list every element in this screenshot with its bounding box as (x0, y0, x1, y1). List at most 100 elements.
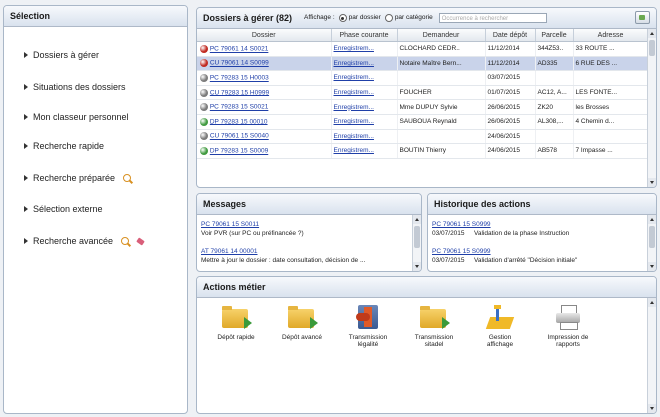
cell-date-depot[interactable]: 11/12/2014 (485, 41, 536, 57)
cell-dossier-text[interactable]: CU 79061 15 S0040 (210, 133, 269, 140)
column-header-dossier[interactable]: Dossier (197, 29, 332, 42)
historique-scrollbar[interactable] (647, 215, 656, 271)
message-dossier-link[interactable]: AT 79061 14 00001 (201, 248, 258, 255)
cell-phase[interactable]: Enregistrem... (331, 41, 398, 57)
messages-scrollbar[interactable] (412, 215, 421, 271)
column-header-adresse[interactable]: Adresse (573, 29, 649, 42)
cell-dossier-text[interactable]: PC 79283 15 S0021 (210, 104, 269, 111)
sidebar-item-classeur-personnel[interactable]: Mon classeur personnel (24, 112, 129, 122)
cell-date-depot[interactable]: 03/07/2015 (485, 70, 536, 86)
cell-phase[interactable]: Enregistrem... (331, 114, 398, 130)
cell-phase-text[interactable]: Enregistrem... (334, 104, 374, 111)
cell-phase[interactable]: Enregistrem... (331, 99, 398, 115)
cell-adresse[interactable] (573, 129, 649, 145)
cell-phase-text[interactable]: Enregistrem... (334, 74, 374, 81)
search-icon[interactable] (123, 174, 132, 182)
sidebar-item-dossiers-a-gerer[interactable]: Dossiers à gérer (24, 50, 99, 60)
cell-dossier[interactable]: DP 79283 15 00010 (197, 114, 332, 130)
cell-parcelle[interactable]: AD335 (535, 56, 574, 72)
table-row[interactable]: PC 79061 14 S0021 Enregistrem... CLOCHARD … (197, 41, 649, 57)
radio-par-categorie-label[interactable]: par catégorie (395, 8, 433, 28)
cell-dossier-text[interactable]: DP 79283 15 S0009 (210, 148, 268, 155)
cell-dossier-text[interactable]: CU 79283 15 H0999 (210, 89, 269, 96)
radio-par-dossier-label[interactable]: par dossier (349, 8, 381, 28)
cell-demandeur[interactable]: FOUCHER (397, 85, 486, 101)
column-header-parcelle[interactable]: Parcelle (535, 29, 574, 42)
cell-dossier[interactable]: PC 79283 15 H0003 (197, 70, 332, 86)
cell-phase-text[interactable]: Enregistrem... (334, 133, 374, 140)
cell-demandeur[interactable] (397, 129, 486, 145)
historique-dossier-link[interactable]: PC 79061 15 S0999 (432, 248, 491, 255)
tag-icon[interactable] (136, 236, 145, 246)
depot-rapide-button[interactable]: Dépôt rapide (207, 305, 265, 341)
export-button[interactable] (635, 11, 650, 24)
table-row[interactable]: PC 79283 15 S0021 Enregistrem... Mme DUPUY… (197, 99, 649, 115)
cell-phase[interactable]: Enregistrem... (331, 129, 398, 145)
cell-adresse[interactable]: 4 Chemin d... (573, 114, 649, 130)
scroll-up-icon[interactable] (648, 298, 656, 307)
cell-dossier-text[interactable]: PC 79283 15 H0003 (210, 75, 269, 82)
depot-avance-button[interactable]: Dépôt avancé (273, 305, 331, 341)
scroll-up-icon[interactable] (413, 215, 421, 224)
dossiers-scrollbar[interactable] (647, 29, 656, 187)
cell-date-depot[interactable]: 11/12/2014 (485, 56, 536, 72)
cell-adresse[interactable]: LES FONTE... (573, 85, 649, 101)
cell-phase[interactable]: Enregistrem... (331, 143, 398, 159)
cell-phase[interactable]: Enregistrem... (331, 85, 398, 101)
table-row[interactable]: DP 79283 15 00010 Enregistrem... SAUBOUA R… (197, 114, 649, 130)
cell-parcelle[interactable]: 344Z53.. (535, 41, 574, 57)
sidebar-item-selection-externe[interactable]: Sélection externe (24, 204, 103, 214)
table-row[interactable]: CU 79283 15 H0999 Enregistrem... FOUCHER 01… (197, 85, 649, 101)
cell-parcelle[interactable]: AC12, A... (535, 85, 574, 101)
sidebar-item-recherche-rapide[interactable]: Recherche rapide (24, 141, 104, 151)
cell-phase-text[interactable]: Enregistrem... (334, 89, 374, 96)
cell-date-depot[interactable]: 26/06/2015 (485, 114, 536, 130)
cell-demandeur[interactable]: SAUBOUA Reynald (397, 114, 486, 130)
radio-par-dossier[interactable] (338, 14, 347, 22)
cell-parcelle[interactable]: AB578 (535, 143, 574, 159)
table-row[interactable]: CU 79061 15 S0040 Enregistrem... 24/06/201… (197, 129, 649, 145)
scroll-up-icon[interactable] (648, 29, 656, 38)
scroll-down-icon[interactable] (648, 178, 656, 187)
cell-dossier[interactable]: CU 79061 14 S0099 (197, 56, 332, 72)
cell-demandeur[interactable] (397, 70, 486, 86)
cell-parcelle[interactable] (535, 129, 574, 145)
actions-scrollbar[interactable] (647, 298, 656, 413)
cell-parcelle[interactable] (535, 70, 574, 86)
cell-adresse[interactable]: 7 Impasse ... (573, 143, 649, 159)
scrollbar-thumb[interactable] (414, 226, 420, 248)
scroll-up-icon[interactable] (648, 215, 656, 224)
transmission-sitadel-button[interactable]: Transmission sitadel (405, 305, 463, 348)
cell-demandeur[interactable]: Mme DUPUY Sylvie (397, 99, 486, 115)
column-header-phase[interactable]: Phase courante (331, 29, 398, 42)
cell-adresse[interactable]: 6 RUE DES ... (573, 56, 649, 72)
cell-dossier[interactable]: PC 79061 14 S0021 (197, 41, 332, 57)
cell-demandeur[interactable]: CLOCHARD CEDR.. (397, 41, 486, 57)
scrollbar-thumb[interactable] (649, 40, 655, 56)
cell-parcelle[interactable]: ZK20 (535, 99, 574, 115)
sidebar-item-recherche-preparee[interactable]: Recherche préparée (24, 173, 132, 183)
transmission-legalite-button[interactable]: Transmission légalité (339, 305, 397, 348)
cell-date-depot[interactable]: 01/07/2015 (485, 85, 536, 101)
cell-phase[interactable]: Enregistrem... (331, 70, 398, 86)
cell-date-depot[interactable]: 24/06/2015 (485, 129, 536, 145)
table-row[interactable]: PC 79283 15 H0003 Enregistrem... 03/07/201… (197, 70, 649, 86)
cell-dossier[interactable]: CU 79061 15 S0040 (197, 129, 332, 145)
gestion-affichage-button[interactable]: Gestion affichage (471, 305, 529, 348)
cell-dossier-text[interactable]: PC 79061 14 S0021 (210, 46, 269, 53)
cell-adresse[interactable]: les Brosses (573, 99, 649, 115)
sidebar-item-recherche-avancee[interactable]: Recherche avancée (24, 236, 145, 246)
cell-demandeur[interactable]: BOUTIN Thierry (397, 143, 486, 159)
scrollbar-thumb[interactable] (649, 226, 655, 248)
scroll-down-icon[interactable] (413, 262, 421, 271)
scroll-down-icon[interactable] (648, 262, 656, 271)
cell-demandeur[interactable]: Notaire Maître Bern... (397, 56, 486, 72)
cell-phase-text[interactable]: Enregistrem... (334, 45, 374, 52)
message-dossier-link[interactable]: PC 79061 15 S0011 (201, 221, 259, 228)
search-input[interactable]: Occurrence à rechercher (438, 13, 547, 23)
table-row[interactable]: CU 79061 14 S0099 Enregistrem... Notaire M… (197, 56, 649, 72)
impression-rapports-button[interactable]: Impression de rapports (539, 305, 597, 348)
search-icon[interactable] (121, 237, 130, 245)
cell-adresse[interactable]: 33 ROUTE ... (573, 41, 649, 57)
scroll-down-icon[interactable] (648, 404, 656, 413)
